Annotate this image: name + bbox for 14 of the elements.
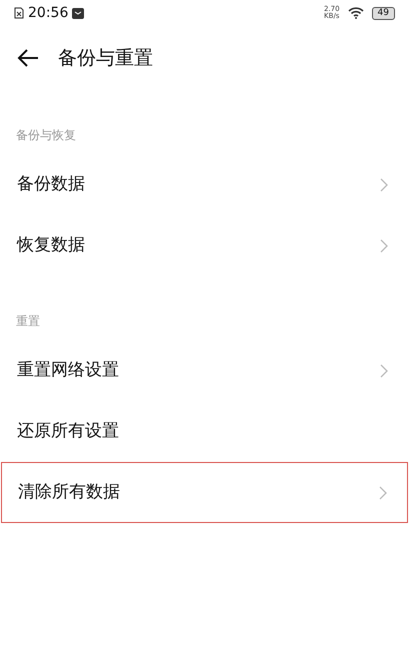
message-icon	[72, 8, 84, 18]
settings-item[interactable]: 恢复数据	[0, 215, 409, 276]
back-button[interactable]	[16, 48, 40, 68]
settings-item[interactable]: 重置网络设置	[0, 340, 409, 401]
settings-item[interactable]: 备份数据	[0, 154, 409, 215]
settings-item[interactable]: 还原所有设置	[0, 401, 409, 462]
sim-icon	[14, 7, 24, 19]
section-header: 备份与恢复	[15, 127, 77, 144]
status-time: 20:56	[28, 4, 68, 22]
page-title: 备份与重置	[58, 46, 153, 71]
section-header: 重置	[15, 313, 41, 330]
settings-item[interactable]: 清除所有数据	[1, 462, 408, 523]
wifi-icon	[348, 7, 364, 19]
battery-level: 49	[372, 6, 395, 20]
